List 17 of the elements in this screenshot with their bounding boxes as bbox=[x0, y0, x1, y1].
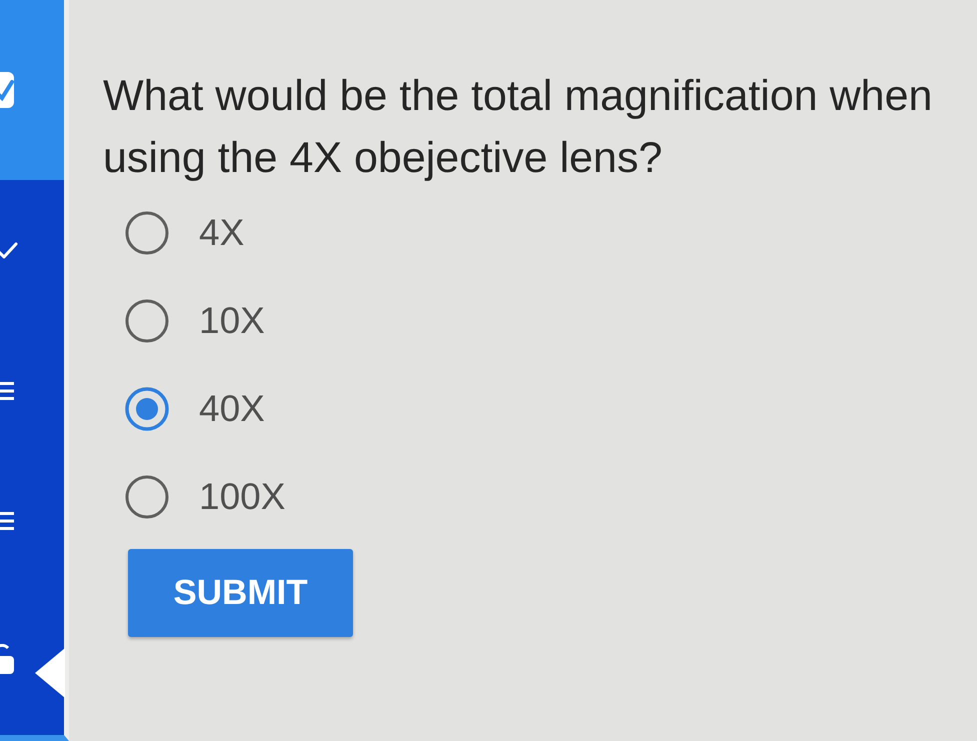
menu-icon bbox=[0, 381, 14, 401]
checkbox-icon bbox=[0, 70, 16, 110]
radio-button[interactable] bbox=[125, 299, 169, 343]
answer-option[interactable]: 4X bbox=[125, 189, 977, 277]
radio-button[interactable] bbox=[125, 387, 169, 431]
question-text: What would be the total magnification when using the 4X obejective lens? bbox=[103, 71, 934, 184]
submit-button[interactable]: SUBMIT bbox=[128, 549, 353, 637]
menu-icon bbox=[0, 511, 14, 531]
answer-option[interactable]: 100X bbox=[125, 453, 977, 541]
radio-button[interactable] bbox=[125, 211, 169, 255]
lock-icon bbox=[0, 644, 14, 674]
answer-option[interactable]: 40X bbox=[125, 365, 977, 453]
triangle-icon bbox=[35, 648, 65, 698]
radio-button[interactable] bbox=[125, 475, 169, 519]
answer-option[interactable]: 10X bbox=[125, 277, 977, 365]
check-icon bbox=[0, 242, 18, 260]
sidebar-item[interactable] bbox=[0, 0, 64, 180]
